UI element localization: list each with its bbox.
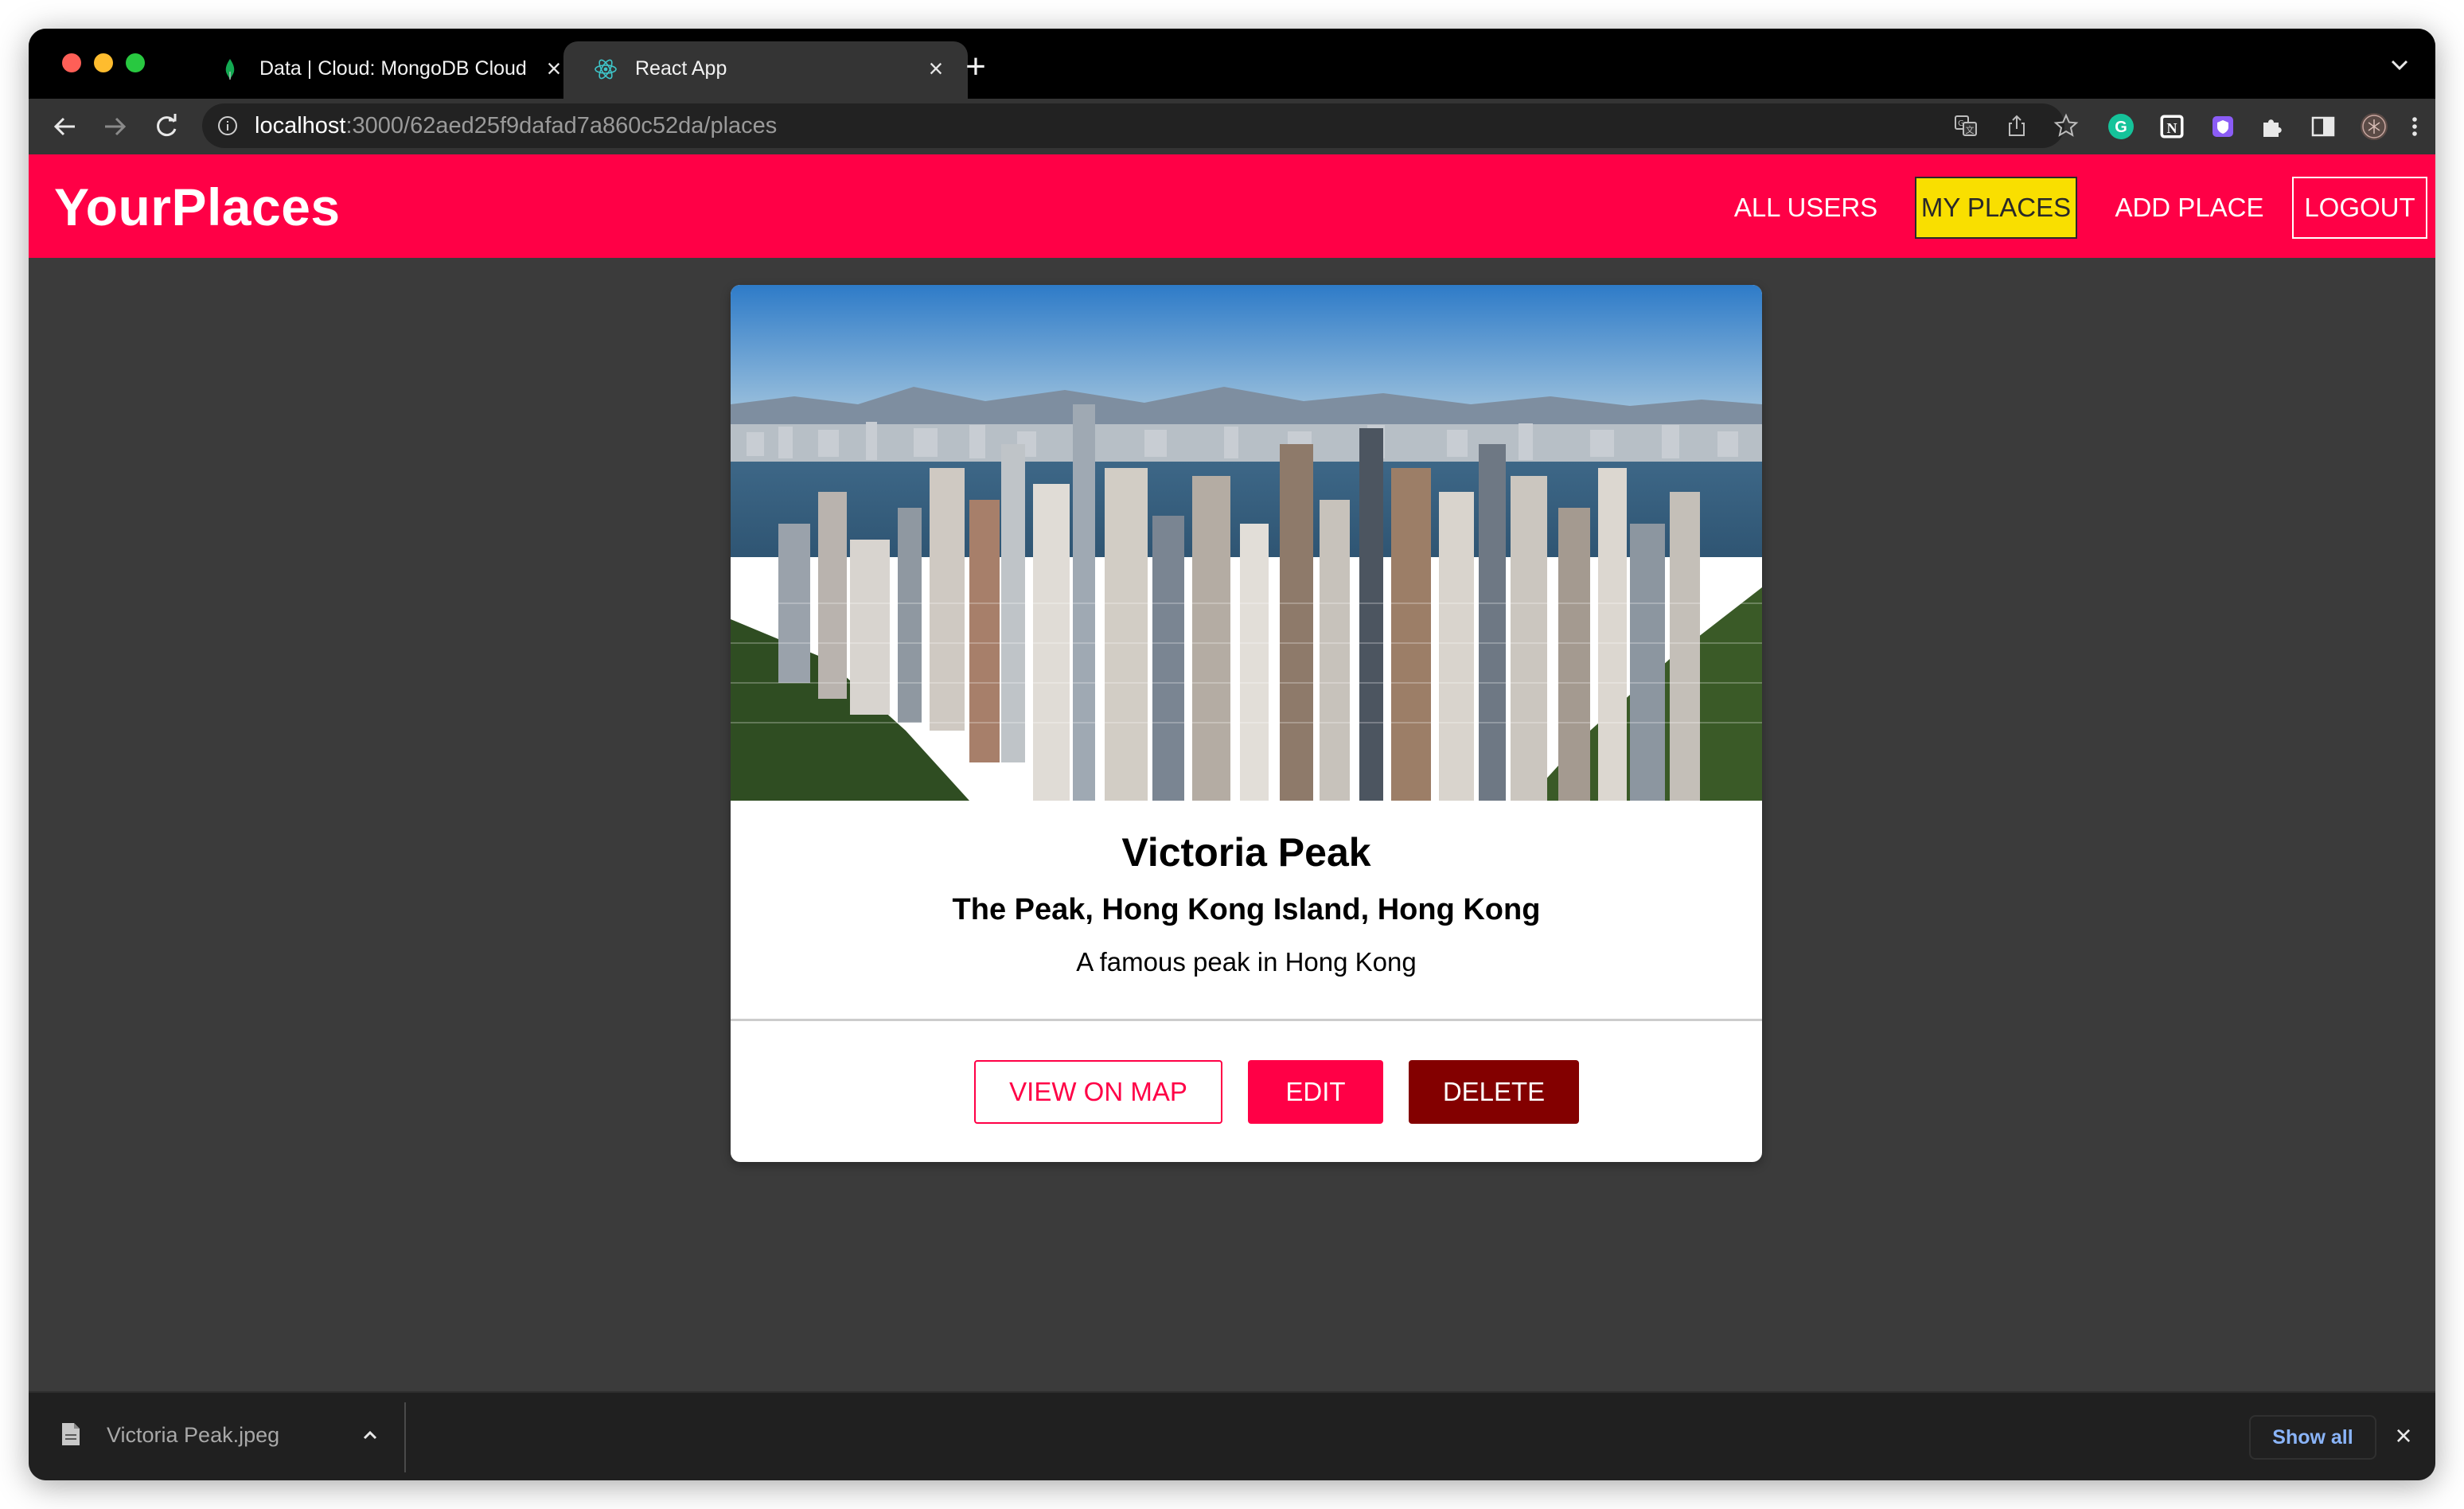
mongodb-leaf-icon bbox=[225, 59, 235, 80]
download-bar: Victoria Peak.jpeg Show all × bbox=[29, 1391, 2435, 1480]
new-tab-button[interactable]: + bbox=[958, 49, 993, 84]
card-divider bbox=[731, 1019, 1762, 1021]
tab-mongodb[interactable]: Data | Cloud: MongoDB Cloud × bbox=[188, 41, 586, 99]
place-title: Victoria Peak bbox=[1121, 830, 1371, 875]
svg-text:G: G bbox=[1958, 119, 1964, 128]
shield-extension-icon[interactable] bbox=[2208, 111, 2238, 142]
nav-all-users[interactable]: ALL USERS bbox=[1716, 177, 1896, 239]
grammarly-icon[interactable]: G bbox=[2106, 111, 2136, 142]
maximize-window-button[interactable] bbox=[126, 53, 145, 72]
svg-text:N: N bbox=[2167, 120, 2177, 136]
download-separator bbox=[404, 1402, 406, 1472]
view-on-map-button[interactable]: VIEW ON MAP bbox=[974, 1060, 1222, 1124]
share-icon[interactable] bbox=[2004, 113, 2029, 138]
delete-button[interactable]: DELETE bbox=[1409, 1060, 1579, 1124]
translate-icon[interactable]: 文 G bbox=[1953, 113, 1979, 138]
star-bookmark-icon[interactable] bbox=[2053, 113, 2079, 138]
menu-dots-icon[interactable] bbox=[2405, 111, 2424, 142]
minimize-window-button[interactable] bbox=[94, 53, 113, 72]
nav-my-places[interactable]: MY PLACES bbox=[1915, 177, 2077, 239]
back-arrow-icon[interactable] bbox=[48, 110, 81, 143]
reload-icon[interactable] bbox=[150, 110, 183, 143]
url-text[interactable]: localhost:3000/62aed25f9dafad7a860c52da/… bbox=[255, 113, 777, 139]
side-panel-icon[interactable] bbox=[2308, 111, 2338, 142]
brand-logo[interactable]: YourPlaces bbox=[54, 177, 341, 237]
svg-text:G: G bbox=[2115, 119, 2127, 136]
tab-title: React App bbox=[635, 57, 727, 80]
app-header: YourPlaces ALL USERS MY PLACES ADD PLACE… bbox=[29, 154, 2435, 258]
forward-arrow-icon[interactable] bbox=[99, 110, 132, 143]
svg-text:文: 文 bbox=[1966, 124, 1975, 135]
place-image bbox=[731, 285, 1762, 801]
tab-title: Data | Cloud: MongoDB Cloud bbox=[259, 57, 527, 80]
browser-toolbar: localhost:3000/62aed25f9dafad7a860c52da/… bbox=[29, 99, 2435, 154]
puzzle-icon[interactable] bbox=[2257, 111, 2287, 142]
show-all-button[interactable]: Show all bbox=[2249, 1415, 2376, 1460]
edit-button[interactable]: EDIT bbox=[1248, 1060, 1383, 1124]
chevron-up-icon[interactable] bbox=[358, 1423, 382, 1447]
close-window-button[interactable] bbox=[62, 53, 81, 72]
close-tab-icon[interactable]: × bbox=[922, 54, 950, 83]
url-path: :3000/62aed25f9dafad7a860c52da/places bbox=[345, 113, 778, 138]
notion-icon[interactable]: N bbox=[2157, 111, 2187, 142]
address-bar[interactable]: localhost:3000/62aed25f9dafad7a860c52da/… bbox=[202, 103, 2079, 148]
logout-button[interactable]: LOGOUT bbox=[2292, 177, 2427, 239]
chevron-down-icon[interactable] bbox=[2388, 56, 2411, 75]
url-host: localhost bbox=[255, 113, 346, 138]
nav-add-place[interactable]: ADD PLACE bbox=[2098, 177, 2281, 239]
avatar[interactable] bbox=[2359, 111, 2389, 142]
react-icon bbox=[595, 59, 617, 80]
file-icon bbox=[62, 1423, 80, 1445]
place-address: The Peak, Hong Kong Island, Hong Kong bbox=[952, 893, 1541, 926]
place-description: A famous peak in Hong Kong bbox=[1076, 947, 1417, 977]
browser-window: Data | Cloud: MongoDB Cloud × React App … bbox=[29, 29, 2435, 1480]
tab-strip: Data | Cloud: MongoDB Cloud × React App … bbox=[29, 29, 2435, 99]
download-file-name[interactable]: Victoria Peak.jpeg bbox=[107, 1423, 279, 1448]
site-info-icon[interactable] bbox=[216, 115, 239, 137]
place-card: Victoria Peak The Peak, Hong Kong Island… bbox=[731, 285, 1762, 1162]
tab-react-app[interactable]: React App × bbox=[563, 41, 968, 99]
close-icon[interactable]: × bbox=[2389, 1421, 2418, 1450]
